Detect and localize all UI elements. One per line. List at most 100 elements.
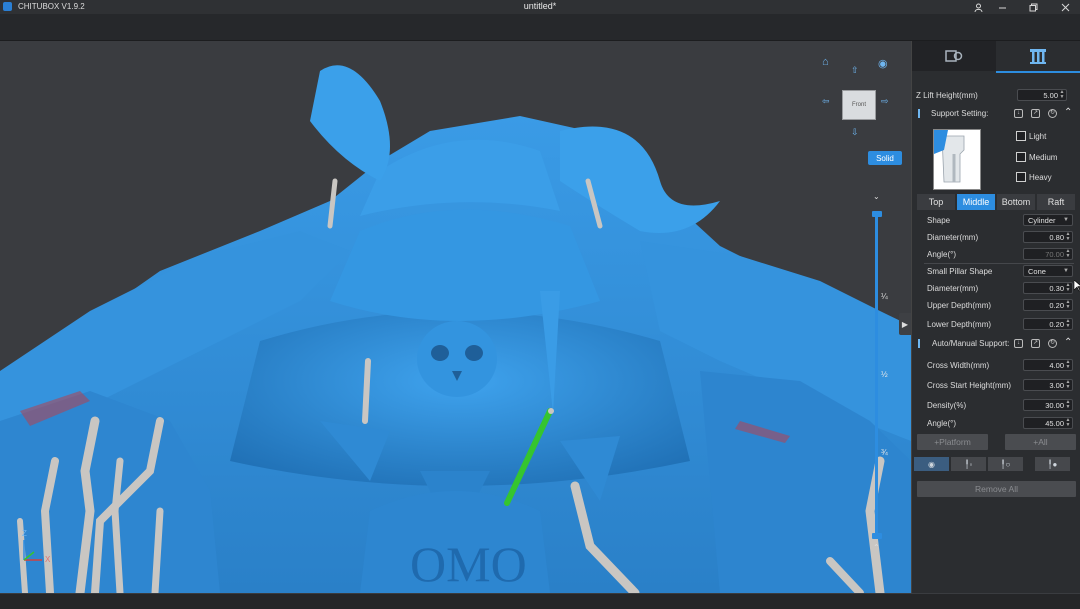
view-cube[interactable]: Front	[842, 90, 876, 120]
spin-arrows-icon[interactable]: ▲ ▼	[1065, 380, 1071, 391]
eye-icon[interactable]: ◉	[878, 57, 888, 70]
cross-start-label: Cross Start Height(mm)	[927, 381, 1012, 390]
rotate-down-icon[interactable]: ⇩	[851, 127, 859, 138]
support-tab[interactable]	[996, 41, 1080, 73]
lower-depth-row: Lower Depth(mm) 0.20 ▲ ▼	[912, 317, 1080, 333]
small-pillar-shape-value: Cone	[1028, 267, 1046, 276]
slider-bottom-handle[interactable]	[872, 533, 882, 539]
lower-depth-input[interactable]: 0.20 ▲ ▼	[1023, 318, 1073, 330]
import-icon[interactable]: ↓	[1014, 339, 1023, 348]
spin-arrows-icon[interactable]: ▲ ▼	[1065, 418, 1071, 429]
dropdown-caret-icon: ▼	[1063, 268, 1069, 274]
cross-width-row: Cross Width(mm) 4.00 ▲ ▼	[912, 358, 1080, 374]
render-mode-button[interactable]: Solid	[868, 151, 902, 165]
tab-top[interactable]: Top	[917, 194, 955, 210]
shape-value: Cylinder	[1028, 216, 1056, 225]
svg-text:OMO: OMO	[410, 536, 527, 592]
rotate-right-icon[interactable]: ⇨	[881, 96, 889, 107]
small-diameter-label: Diameter(mm)	[927, 284, 979, 293]
collapse-up-icon[interactable]: ⌃	[1064, 337, 1072, 348]
model-render: OMO	[0, 65, 911, 593]
shape-label: Shape	[927, 216, 951, 225]
collapse-panel-button[interactable]: ▶	[899, 313, 911, 335]
upper-depth-value: 0.20	[1049, 301, 1064, 310]
auto-angle-input[interactable]: 45.00 ▲ ▼	[1023, 417, 1073, 429]
small-diameter-value: 0.30	[1049, 284, 1064, 293]
close-button[interactable]	[1052, 0, 1078, 14]
remove-all-button[interactable]: Remove All	[917, 481, 1076, 497]
support-setting-header: Support Setting: ↓ ↗ ↻ ⌃	[912, 106, 1080, 122]
add-platform-button[interactable]: +Platform	[917, 434, 988, 450]
shape-select[interactable]: Cylinder ▼	[1023, 214, 1073, 226]
angle-input[interactable]: 70.00 ▲ ▼	[1023, 248, 1073, 260]
upper-depth-label: Upper Depth(mm)	[927, 301, 992, 310]
medium-checkbox[interactable]	[1016, 152, 1026, 162]
reset-icon[interactable]: ↻	[1048, 109, 1057, 118]
export-icon[interactable]: ↗	[1031, 339, 1040, 348]
diameter-input[interactable]: 0.80 ▲ ▼	[1023, 231, 1073, 243]
density-value: 30.00	[1045, 401, 1064, 410]
slider-top-handle[interactable]	[872, 211, 882, 217]
status-bar	[0, 593, 1080, 609]
settings-panel: Z Lift Height(mm) 5.00 ▲ ▼ Support Setting…	[911, 41, 1080, 593]
z-lift-row: Z Lift Height(mm) 5.00 ▲ ▼	[912, 88, 1080, 104]
spin-arrows-icon[interactable]: ▲ ▼	[1059, 90, 1065, 101]
export-icon[interactable]: ↗	[1031, 109, 1040, 118]
angle-row: Angle(°) 70.00 ▲ ▼	[912, 247, 1080, 263]
slider-tick-half: ½	[881, 370, 888, 379]
user-icon[interactable]	[965, 0, 991, 14]
import-icon[interactable]: ↓	[1014, 109, 1023, 118]
collapse-up-icon[interactable]: ⌃	[1064, 107, 1072, 118]
tab-bottom[interactable]: Bottom	[997, 194, 1035, 210]
tab-middle[interactable]: Middle	[957, 194, 995, 210]
spin-arrows-icon[interactable]: ▲ ▼	[1065, 360, 1071, 371]
small-pillar-shape-label: Small Pillar Shape	[927, 267, 993, 276]
3d-viewport[interactable]: OMO ⌂ ◉ ⇧ ⇦ ⇨ ⇩	[0, 41, 911, 593]
axis-z-label: Z	[22, 529, 27, 538]
diameter-label: Diameter(mm)	[927, 233, 979, 242]
layer-slider[interactable]	[875, 214, 878, 536]
rotate-up-icon[interactable]: ⇧	[851, 65, 859, 76]
home-view-icon[interactable]: ⌂	[822, 56, 829, 68]
restore-button[interactable]	[1020, 0, 1046, 14]
show-supports-button[interactable]: ◉	[914, 457, 949, 471]
cross-start-input[interactable]: 3.00 ▲ ▼	[1023, 379, 1073, 391]
spin-arrows-icon[interactable]: ▲ ▼	[1065, 232, 1071, 243]
auto-angle-row: Angle(°) 45.00 ▲ ▼	[912, 416, 1080, 432]
spin-arrows-icon[interactable]: ▲ ▼	[1065, 249, 1071, 260]
z-lift-input[interactable]: 5.00 ▲ ▼	[1017, 89, 1067, 101]
chevron-up-icon[interactable]: ⌃	[873, 543, 880, 552]
mouse-cursor-icon	[1074, 280, 1080, 292]
heavy-checkbox[interactable]	[1016, 172, 1026, 182]
spin-arrows-icon[interactable]: ▲ ▼	[1065, 319, 1071, 330]
light-checkbox[interactable]	[1016, 131, 1026, 141]
axis-indicator: Z X	[12, 528, 62, 568]
minimize-button[interactable]	[989, 0, 1015, 14]
upper-depth-row: Upper Depth(mm) 0.20 ▲ ▼	[912, 298, 1080, 314]
support-tool-light-button[interactable]: ╿◦	[951, 457, 986, 471]
small-pillar-shape-select[interactable]: Cone ▼	[1023, 265, 1073, 277]
auto-angle-label: Angle(°)	[927, 419, 956, 428]
cross-width-input[interactable]: 4.00 ▲ ▼	[1023, 359, 1073, 371]
spin-arrows-icon[interactable]: ▲ ▼	[1065, 300, 1071, 311]
cross-start-value: 3.00	[1049, 381, 1064, 390]
support-tool-heavy-button[interactable]: ╿●	[1035, 457, 1070, 471]
support-tool-medium-button[interactable]: ╿○	[988, 457, 1023, 471]
cross-start-row: Cross Start Height(mm) 3.00 ▲ ▼	[912, 378, 1080, 394]
density-input[interactable]: 30.00 ▲ ▼	[1023, 399, 1073, 411]
small-diameter-input[interactable]: 0.30 ▲ ▼	[1023, 282, 1073, 294]
heavy-label: Heavy	[1029, 173, 1052, 182]
diameter-value: 0.80	[1049, 233, 1064, 242]
add-all-button[interactable]: +All	[1005, 434, 1076, 450]
tab-raft[interactable]: Raft	[1037, 194, 1075, 210]
settings-tab[interactable]	[912, 41, 996, 71]
upper-depth-input[interactable]: 0.20 ▲ ▼	[1023, 299, 1073, 311]
toolbar-area	[0, 14, 1080, 41]
rotate-left-icon[interactable]: ⇦	[822, 96, 830, 107]
lower-depth-value: 0.20	[1049, 320, 1064, 329]
chevron-down-icon[interactable]: ⌄	[873, 192, 880, 201]
spin-arrows-icon[interactable]: ▲ ▼	[1065, 400, 1071, 411]
spin-arrows-icon[interactable]: ▲ ▼	[1065, 283, 1071, 294]
reset-icon[interactable]: ↻	[1048, 339, 1057, 348]
support-light-icon: ╿◦	[964, 459, 973, 469]
